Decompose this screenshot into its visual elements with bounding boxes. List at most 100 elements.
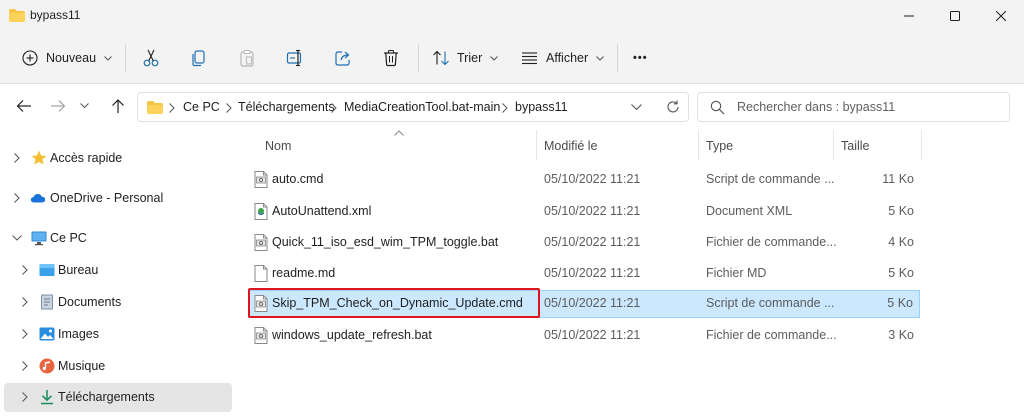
chevron-down-icon: [490, 55, 499, 61]
chevron-down-icon: [596, 55, 605, 61]
file-modified: 05/10/2022 11:21: [544, 235, 641, 249]
sort-button[interactable]: Trier: [432, 44, 499, 72]
paste-icon: [240, 49, 254, 67]
file-type: Fichier MD: [706, 266, 767, 280]
file-row-selected[interactable]: Skip_TPM_Check_on_Dynamic_Update.cmd 05/…: [248, 290, 920, 318]
delete-button[interactable]: [375, 44, 407, 72]
sidebar-item-downloads[interactable]: Téléchargements: [4, 383, 232, 412]
cloud-icon: [30, 194, 46, 203]
document-icon: [41, 294, 53, 310]
copy-icon: [192, 50, 205, 67]
share-button[interactable]: [327, 44, 359, 72]
sidebar-item-desktop[interactable]: Bureau: [4, 256, 232, 284]
sidebar-item-label: Documents: [58, 295, 122, 309]
search-box[interactable]: Rechercher dans : bypass11: [697, 92, 1010, 122]
picture-icon: [39, 327, 55, 341]
rename-button[interactable]: [279, 44, 311, 72]
refresh-icon[interactable]: [665, 99, 681, 115]
column-divider[interactable]: [921, 130, 922, 160]
forward-button[interactable]: [44, 92, 72, 120]
column-header-type[interactable]: Type: [699, 138, 833, 164]
chevron-right-icon: [502, 103, 508, 113]
command-bar: Nouveau Trier Afficher •••: [0, 32, 1024, 84]
column-header-label: Type: [706, 139, 734, 153]
column-header-label: Nom: [265, 139, 292, 153]
more-options-button[interactable]: •••: [633, 44, 648, 72]
breadcrumb-item[interactable]: Ce PC: [183, 100, 220, 114]
sidebar-item-pictures[interactable]: Images: [4, 320, 232, 348]
column-header-label: Taille: [841, 139, 870, 153]
sidebar-item-label: Téléchargements: [58, 390, 155, 404]
chevron-right-icon: [22, 265, 28, 275]
chevron-down-icon: [104, 55, 112, 61]
chevron-down-icon: [12, 235, 22, 241]
sort-button-label: Trier: [457, 51, 483, 65]
breadcrumb-item[interactable]: MediaCreationTool.bat-main: [344, 100, 500, 114]
sidebar-item-documents[interactable]: Documents: [4, 288, 232, 316]
chevron-right-icon: [331, 103, 337, 113]
minimize-button[interactable]: [886, 0, 932, 32]
desktop-icon: [39, 264, 55, 276]
chevron-down-icon[interactable]: [631, 104, 642, 111]
view-button-label: Afficher: [546, 51, 589, 65]
toolbar-divider: [418, 44, 419, 72]
column-header-name[interactable]: Nom: [248, 138, 538, 164]
up-button[interactable]: [104, 92, 132, 120]
file-row[interactable]: AutoUnattend.xml 05/10/2022 11:21 Docume…: [248, 198, 920, 226]
file-name: Quick_11_iso_esd_wim_TPM_toggle.bat: [272, 235, 499, 249]
copy-button[interactable]: [183, 44, 215, 72]
sort-icon: [433, 50, 449, 66]
search-placeholder: Rechercher dans : bypass11: [737, 100, 896, 114]
cut-button[interactable]: [135, 44, 167, 72]
more-options-label: •••: [633, 52, 648, 64]
breadcrumb-item[interactable]: bypass11: [515, 100, 568, 114]
close-icon: [996, 11, 1006, 21]
file-row[interactable]: auto.cmd 05/10/2022 11:21 Script de comm…: [248, 166, 920, 194]
sidebar-item-this-pc[interactable]: Ce PC: [4, 224, 232, 252]
address-bar[interactable]: Ce PC Téléchargements MediaCreationTool.…: [137, 92, 689, 122]
monitor-icon: [31, 231, 47, 246]
file-explorer-window: bypass11 Nouveau Trier Afficher ••• Ce P…: [0, 0, 1024, 419]
sidebar-item-label: Ce PC: [50, 231, 87, 245]
sidebar-item-onedrive[interactable]: OneDrive - Personal: [4, 184, 232, 212]
file-row[interactable]: readme.md 05/10/2022 11:21 Fichier MD 5 …: [248, 260, 920, 288]
navigation-row: Ce PC Téléchargements MediaCreationTool.…: [0, 84, 1024, 130]
sidebar-item-music[interactable]: Musique: [4, 352, 232, 380]
chevron-right-icon: [226, 103, 232, 113]
back-button[interactable]: [10, 92, 38, 120]
file-row[interactable]: windows_update_refresh.bat 05/10/2022 11…: [248, 322, 920, 350]
folder-icon: [147, 101, 163, 114]
recent-locations-button[interactable]: [74, 92, 94, 120]
file-size: 11 Ko: [882, 172, 914, 186]
new-button[interactable]: Nouveau: [22, 44, 112, 72]
file-name: AutoUnattend.xml: [272, 204, 372, 218]
column-header-modified[interactable]: Modifié le: [537, 138, 697, 164]
script-file-icon: [254, 295, 268, 312]
maximize-icon: [950, 11, 960, 21]
close-button[interactable]: [978, 0, 1024, 32]
sidebar-item-label: OneDrive - Personal: [50, 191, 164, 205]
file-row[interactable]: Quick_11_iso_esd_wim_TPM_toggle.bat 05/1…: [248, 229, 920, 257]
chevron-right-icon: [14, 193, 20, 203]
sidebar-item-label: Musique: [58, 359, 106, 373]
sidebar-item-quick-access[interactable]: Accès rapide: [4, 144, 232, 172]
share-icon: [335, 51, 350, 66]
script-file-icon: [254, 171, 268, 188]
file-size: 5 Ko: [887, 296, 913, 310]
sort-ascending-icon: [394, 130, 404, 136]
xml-file-icon: [254, 203, 268, 220]
file-list: Nom Modifié le Type Taille auto.cmd 05/1…: [240, 130, 1024, 419]
toolbar-divider: [125, 44, 126, 72]
view-button[interactable]: Afficher: [521, 44, 605, 72]
column-header-size[interactable]: Taille: [834, 138, 920, 164]
paste-button[interactable]: [231, 44, 263, 72]
trash-icon: [384, 49, 398, 67]
chevron-right-icon: [22, 297, 28, 307]
file-type: Fichier de commande...: [706, 328, 837, 342]
file-modified: 05/10/2022 11:21: [544, 172, 641, 186]
chevron-right-icon: [14, 153, 20, 163]
breadcrumb-item[interactable]: Téléchargements: [238, 100, 335, 114]
chevron-right-icon: [169, 103, 175, 113]
maximize-button[interactable]: [932, 0, 978, 32]
file-size: 5 Ko: [888, 266, 914, 280]
